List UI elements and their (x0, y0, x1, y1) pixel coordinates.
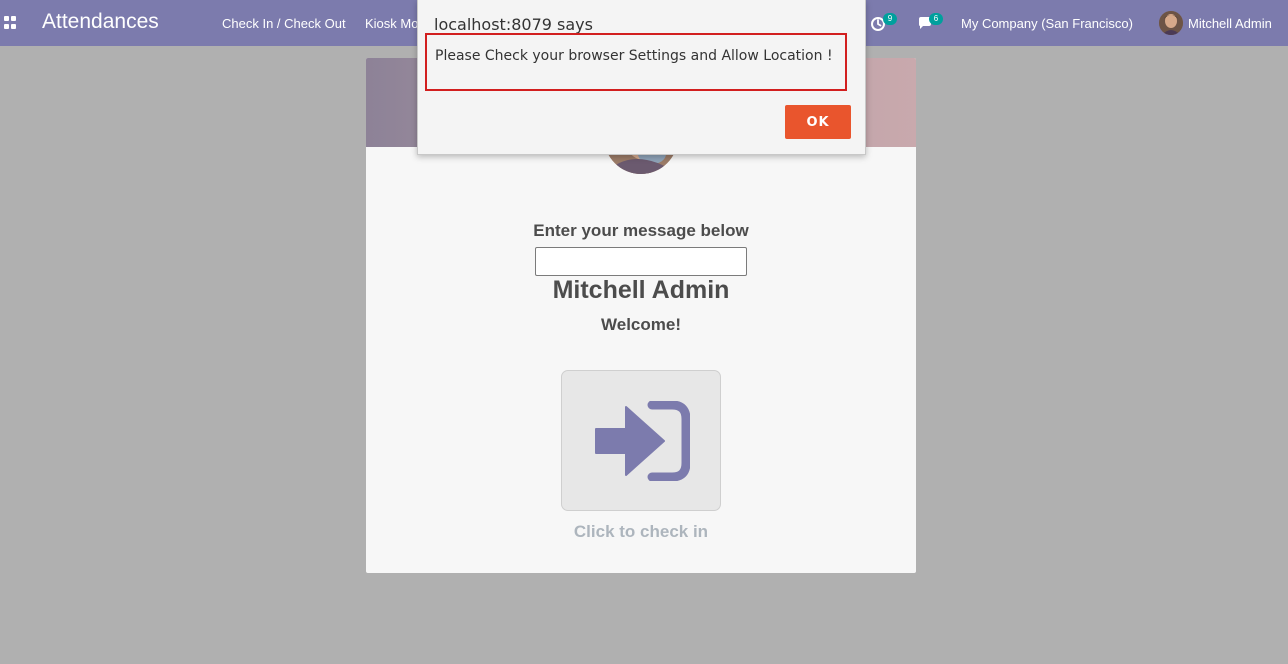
check-in-hint: Click to check in (573, 522, 709, 541)
user-avatar[interactable] (1159, 11, 1183, 35)
alert-message: Please Check your browser Settings and A… (425, 33, 847, 91)
sign-in-icon (595, 401, 690, 481)
menu-check-in-check-out[interactable]: Check In / Check Out (222, 16, 346, 31)
browser-alert-dialog: localhost:8079 says Please Check your br… (417, 0, 866, 155)
employee-name: Mitchell Admin (552, 276, 730, 304)
user-menu[interactable]: Mitchell Admin (1188, 16, 1272, 31)
menu-kiosk-mode[interactable]: Kiosk Mo (365, 16, 418, 31)
apps-menu-icon[interactable] (4, 16, 17, 29)
activity-count-badge: 9 (883, 13, 897, 25)
alert-ok-button[interactable]: OK (785, 105, 851, 139)
welcome-message: Welcome! (601, 315, 681, 334)
message-count-badge: 6 (929, 13, 943, 25)
company-switcher[interactable]: My Company (San Francisco) (961, 16, 1133, 31)
message-prompt-label: Enter your message below (533, 221, 749, 240)
app-title[interactable]: Attendances (42, 10, 159, 34)
alert-title: localhost:8079 says (434, 15, 593, 34)
message-input[interactable] (535, 247, 747, 276)
check-in-button[interactable] (561, 370, 721, 511)
